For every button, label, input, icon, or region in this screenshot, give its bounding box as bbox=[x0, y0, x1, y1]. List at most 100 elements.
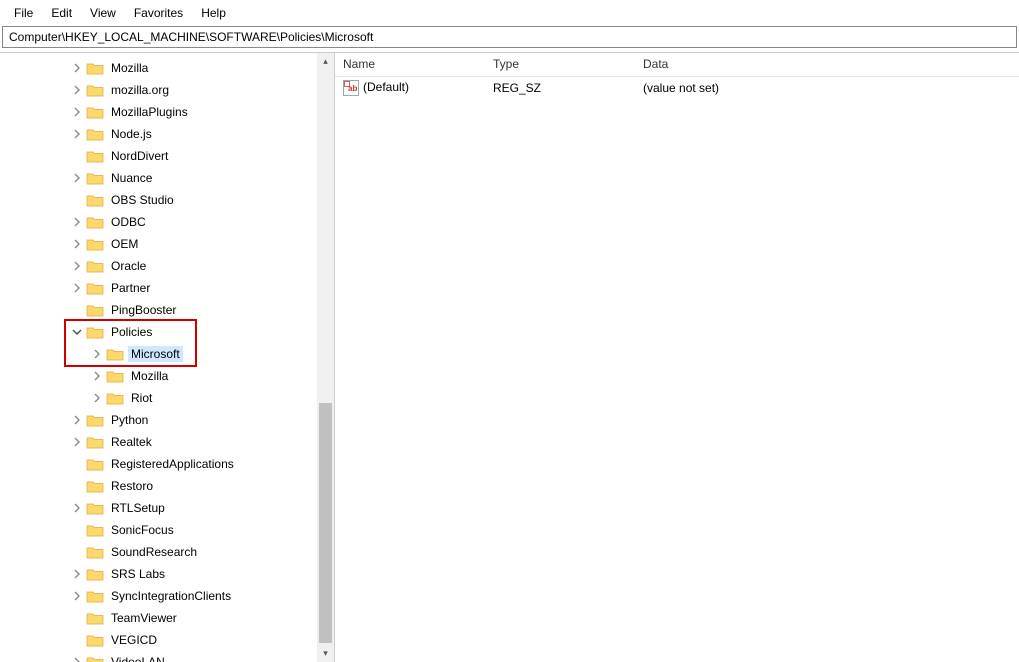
chevron-down-icon[interactable] bbox=[70, 325, 84, 339]
folder-icon bbox=[86, 193, 104, 207]
folder-icon bbox=[86, 303, 104, 317]
menu-view[interactable]: View bbox=[82, 4, 124, 22]
tree-item-odbc[interactable]: ODBC bbox=[0, 211, 317, 233]
folder-icon bbox=[86, 523, 104, 537]
folder-icon bbox=[86, 83, 104, 97]
chevron-right-icon[interactable] bbox=[70, 259, 84, 273]
tree-item-partner[interactable]: Partner bbox=[0, 277, 317, 299]
tree-item-mozilla[interactable]: Mozilla bbox=[0, 57, 317, 79]
chevron-right-icon[interactable] bbox=[70, 413, 84, 427]
tree-item-teamviewer[interactable]: TeamViewer bbox=[0, 607, 317, 629]
tree-item-node-js[interactable]: Node.js bbox=[0, 123, 317, 145]
main-panes: Mozillamozilla.orgMozillaPluginsNode.jsN… bbox=[0, 52, 1019, 662]
tree-item-norddivert[interactable]: NordDivert bbox=[0, 145, 317, 167]
tree-item-sonicfocus[interactable]: SonicFocus bbox=[0, 519, 317, 541]
chevron-right-icon[interactable] bbox=[70, 567, 84, 581]
value-type: REG_SZ bbox=[485, 80, 635, 96]
tree-item-mozillaplugins[interactable]: MozillaPlugins bbox=[0, 101, 317, 123]
tree-item-vegicd[interactable]: VEGICD bbox=[0, 629, 317, 651]
folder-icon bbox=[86, 655, 104, 662]
tree-item-label: Mozilla bbox=[128, 368, 171, 384]
tree-item-srs-labs[interactable]: SRS Labs bbox=[0, 563, 317, 585]
tree-item-label: Node.js bbox=[108, 126, 155, 142]
column-header-name[interactable]: Name bbox=[335, 53, 485, 76]
tree-item-obs-studio[interactable]: OBS Studio bbox=[0, 189, 317, 211]
folder-icon bbox=[86, 105, 104, 119]
chevron-right-icon[interactable] bbox=[90, 391, 104, 405]
no-expander bbox=[70, 149, 84, 163]
values-header: Name Type Data bbox=[335, 53, 1019, 77]
tree-item-restoro[interactable]: Restoro bbox=[0, 475, 317, 497]
tree-item-mozilla-org[interactable]: mozilla.org bbox=[0, 79, 317, 101]
tree-item-label: TeamViewer bbox=[108, 610, 180, 626]
chevron-right-icon[interactable] bbox=[70, 171, 84, 185]
folder-icon bbox=[86, 479, 104, 493]
folder-icon bbox=[86, 611, 104, 625]
tree-scrollbar[interactable]: ▴ ▾ bbox=[317, 53, 334, 662]
tree-item-label: Riot bbox=[128, 390, 155, 406]
folder-icon bbox=[86, 61, 104, 75]
no-expander bbox=[70, 633, 84, 647]
tree-item-oracle[interactable]: Oracle bbox=[0, 255, 317, 277]
address-bar[interactable]: Computer\HKEY_LOCAL_MACHINE\SOFTWARE\Pol… bbox=[2, 26, 1017, 48]
chevron-right-icon[interactable] bbox=[70, 281, 84, 295]
tree-item-label: Restoro bbox=[108, 478, 156, 494]
tree-item-rtlsetup[interactable]: RTLSetup bbox=[0, 497, 317, 519]
tree-item-label: RTLSetup bbox=[108, 500, 168, 516]
chevron-right-icon[interactable] bbox=[90, 347, 104, 361]
chevron-right-icon[interactable] bbox=[70, 655, 84, 662]
tree-item-riot[interactable]: Riot bbox=[0, 387, 317, 409]
chevron-right-icon[interactable] bbox=[70, 435, 84, 449]
folder-icon bbox=[106, 369, 124, 383]
values-list: ab(Default)REG_SZ(value not set) bbox=[335, 77, 1019, 99]
folder-icon bbox=[86, 457, 104, 471]
folder-icon bbox=[106, 347, 124, 361]
values-pane: Name Type Data ab(Default)REG_SZ(value n… bbox=[335, 53, 1019, 662]
menu-help[interactable]: Help bbox=[193, 4, 234, 22]
folder-icon bbox=[86, 413, 104, 427]
tree-item-mozilla[interactable]: Mozilla bbox=[0, 365, 317, 387]
chevron-right-icon[interactable] bbox=[70, 501, 84, 515]
menu-edit[interactable]: Edit bbox=[43, 4, 80, 22]
no-expander bbox=[70, 545, 84, 559]
column-header-type[interactable]: Type bbox=[485, 53, 635, 76]
tree-item-label: VEGICD bbox=[108, 632, 160, 648]
chevron-right-icon[interactable] bbox=[70, 127, 84, 141]
chevron-right-icon[interactable] bbox=[70, 589, 84, 603]
tree-item-microsoft[interactable]: Microsoft bbox=[0, 343, 317, 365]
tree-item-python[interactable]: Python bbox=[0, 409, 317, 431]
tree-item-label: ODBC bbox=[108, 214, 149, 230]
value-name: ab(Default) bbox=[335, 79, 485, 97]
tree-item-nuance[interactable]: Nuance bbox=[0, 167, 317, 189]
tree-item-soundresearch[interactable]: SoundResearch bbox=[0, 541, 317, 563]
folder-icon bbox=[86, 545, 104, 559]
tree-item-realtek[interactable]: Realtek bbox=[0, 431, 317, 453]
chevron-right-icon[interactable] bbox=[90, 369, 104, 383]
tree-item-label: SoundResearch bbox=[108, 544, 200, 560]
tree-item-label: VideoLAN bbox=[108, 654, 168, 662]
scrollbar-up-icon[interactable]: ▴ bbox=[317, 53, 334, 70]
list-row[interactable]: ab(Default)REG_SZ(value not set) bbox=[335, 77, 1019, 99]
chevron-right-icon[interactable] bbox=[70, 61, 84, 75]
no-expander bbox=[70, 193, 84, 207]
chevron-right-icon[interactable] bbox=[70, 105, 84, 119]
tree-item-syncintegrationclients[interactable]: SyncIntegrationClients bbox=[0, 585, 317, 607]
scrollbar-thumb[interactable] bbox=[319, 403, 332, 643]
column-header-data[interactable]: Data bbox=[635, 53, 1019, 76]
folder-icon bbox=[86, 237, 104, 251]
chevron-right-icon[interactable] bbox=[70, 237, 84, 251]
tree-item-label: Oracle bbox=[108, 258, 149, 274]
menu-favorites[interactable]: Favorites bbox=[126, 4, 191, 22]
chevron-right-icon[interactable] bbox=[70, 83, 84, 97]
chevron-right-icon[interactable] bbox=[70, 215, 84, 229]
tree-item-pingbooster[interactable]: PingBooster bbox=[0, 299, 317, 321]
tree-item-policies[interactable]: Policies bbox=[0, 321, 317, 343]
tree-item-label: OEM bbox=[108, 236, 141, 252]
scrollbar-down-icon[interactable]: ▾ bbox=[317, 645, 334, 662]
tree-scroll-area[interactable]: Mozillamozilla.orgMozillaPluginsNode.jsN… bbox=[0, 53, 317, 662]
menu-file[interactable]: File bbox=[6, 4, 41, 22]
no-expander bbox=[70, 457, 84, 471]
tree-item-videolan[interactable]: VideoLAN bbox=[0, 651, 317, 662]
tree-item-registeredapplications[interactable]: RegisteredApplications bbox=[0, 453, 317, 475]
tree-item-oem[interactable]: OEM bbox=[0, 233, 317, 255]
